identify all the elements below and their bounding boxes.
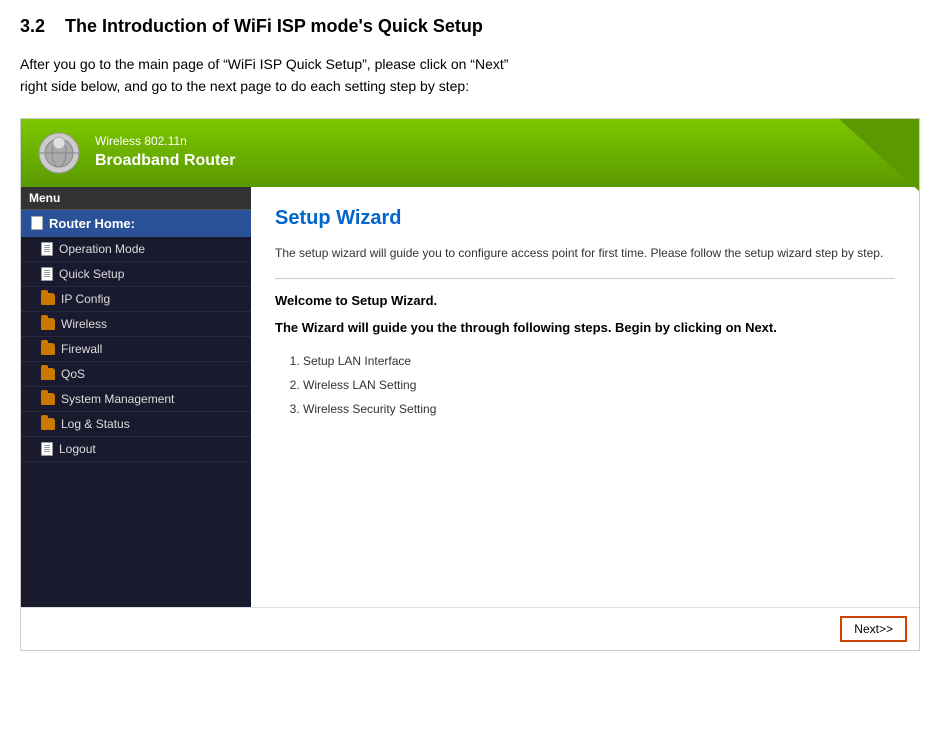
doc-icon <box>41 242 53 256</box>
divider <box>275 278 895 279</box>
folder-icon <box>41 293 55 305</box>
sidebar-item-logout[interactable]: Logout <box>21 437 251 462</box>
step-item: Wireless LAN Setting <box>303 373 895 397</box>
folder-icon <box>41 393 55 405</box>
sidebar-item-quick-setup[interactable]: Quick Setup <box>21 262 251 287</box>
sidebar: Menu Router Home: Operation Mode Quick S… <box>21 187 251 607</box>
sidebar-home[interactable]: Router Home: <box>21 210 251 237</box>
bottom-bar: Next>> <box>21 607 919 650</box>
sidebar-item-qos[interactable]: QoS <box>21 362 251 387</box>
router-logo: Wireless 802.11n Broadband Router <box>31 125 235 181</box>
setup-description: The setup wizard will guide you to confi… <box>275 244 895 262</box>
router-header: Wireless 802.11n Broadband Router <box>21 119 919 187</box>
home-doc-icon <box>31 216 43 230</box>
folder-icon <box>41 418 55 430</box>
router-header-text: Wireless 802.11n Broadband Router <box>95 133 235 172</box>
sidebar-item-log-status[interactable]: Log & Status <box>21 412 251 437</box>
page-title: 3.2 The Introduction of WiFi ISP mode's … <box>20 16 918 37</box>
sidebar-item-system-management[interactable]: System Management <box>21 387 251 412</box>
main-content: Setup Wizard The setup wizard will guide… <box>251 187 919 607</box>
welcome-text: Welcome to Setup Wizard. <box>275 293 895 308</box>
router-frame: Wireless 802.11n Broadband Router Menu R… <box>20 118 920 651</box>
step-item: Wireless Security Setting <box>303 397 895 421</box>
router-body: Menu Router Home: Operation Mode Quick S… <box>21 187 919 607</box>
sidebar-item-wireless[interactable]: Wireless <box>21 312 251 337</box>
doc-icon <box>41 442 53 456</box>
doc-icon <box>41 267 53 281</box>
steps-list: Setup LAN Interface Wireless LAN Setting… <box>303 349 895 421</box>
folder-icon <box>41 343 55 355</box>
outer-wrapper: 3.2 The Introduction of WiFi ISP mode's … <box>0 0 938 667</box>
router-logo-icon <box>31 125 87 181</box>
step-item: Setup LAN Interface <box>303 349 895 373</box>
steps-intro: The Wizard will guide you the through fo… <box>275 320 895 335</box>
sidebar-item-ip-config[interactable]: IP Config <box>21 287 251 312</box>
sidebar-item-operation-mode[interactable]: Operation Mode <box>21 237 251 262</box>
folder-icon <box>41 318 55 330</box>
page-description: After you go to the main page of “WiFi I… <box>20 53 918 98</box>
sidebar-menu-label: Menu <box>21 187 251 210</box>
setup-wizard-title: Setup Wizard <box>275 207 895 230</box>
next-button[interactable]: Next>> <box>840 616 907 642</box>
folder-icon <box>41 368 55 380</box>
sidebar-item-firewall[interactable]: Firewall <box>21 337 251 362</box>
